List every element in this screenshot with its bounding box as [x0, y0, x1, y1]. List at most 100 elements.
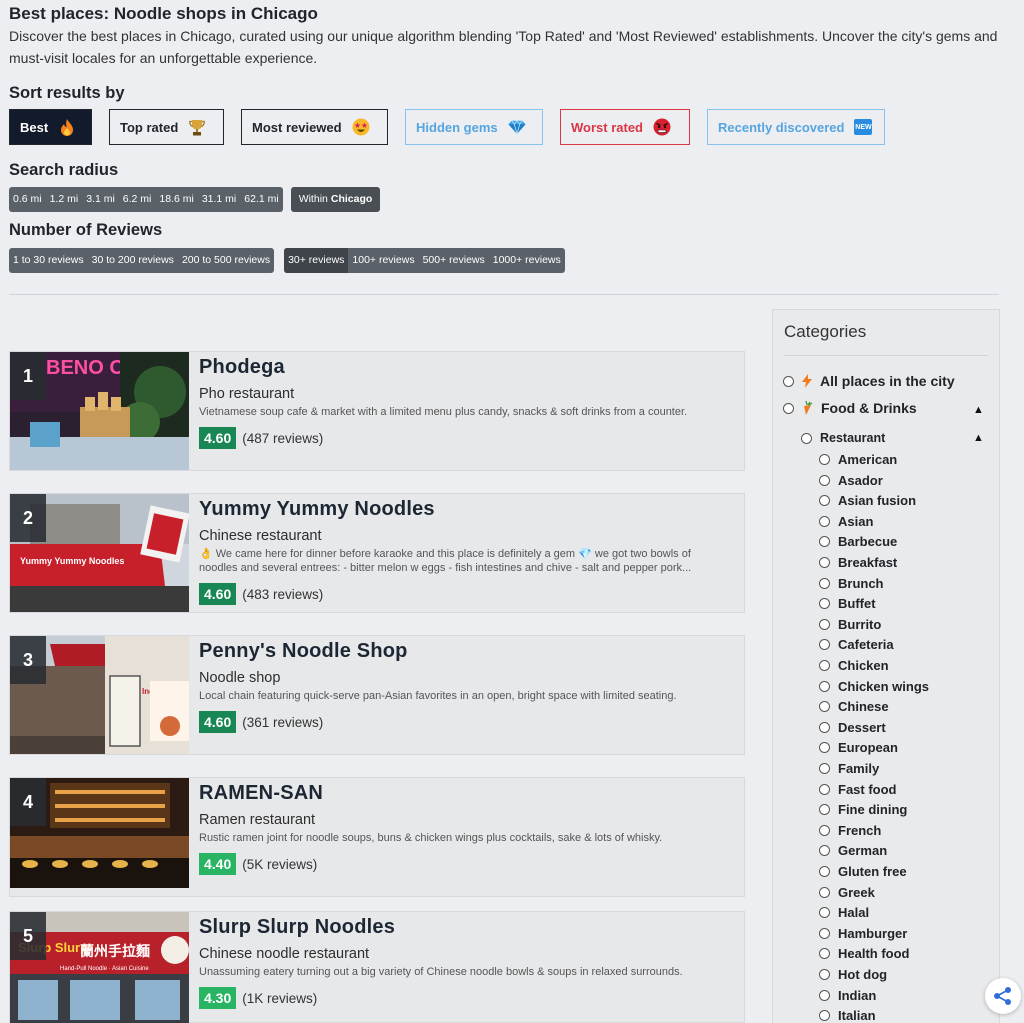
result-photo[interactable]: 4	[10, 778, 189, 896]
radio-button[interactable]	[819, 1010, 830, 1022]
category-food-drinks[interactable]: Food & Drinks	[783, 400, 917, 416]
radio-button[interactable]	[819, 474, 830, 486]
result-card[interactable]: Ine in, er online ick up. 3 Penny's Nood…	[9, 635, 745, 755]
subcategory-item[interactable]: Asian	[819, 514, 873, 529]
subcategory-item[interactable]: Family	[819, 761, 879, 776]
radio-button[interactable]	[819, 701, 830, 713]
subcategory-item[interactable]: Brunch	[819, 576, 884, 591]
result-card[interactable]: BENO OODS 1 Phodega Pho restaurant Vietn…	[9, 351, 745, 471]
radio-button[interactable]	[801, 432, 812, 444]
radius-option[interactable]: 62.1 mi	[240, 187, 282, 212]
radio-button[interactable]	[819, 742, 830, 754]
reviews-option[interactable]: 1000+ reviews	[489, 248, 565, 273]
radio-button[interactable]	[819, 845, 830, 857]
radio-button[interactable]	[783, 375, 794, 387]
subcategory-item[interactable]: Chinese	[819, 699, 889, 714]
radio-button[interactable]	[819, 660, 830, 671]
reviews-option[interactable]: 30 to 200 reviews	[88, 248, 178, 273]
sort-worst-rated-button[interactable]: Worst rated	[560, 109, 690, 145]
result-photo[interactable]: Slurp Slurp 蘭州手拉麵 Hand-Pull Noodle · Asi…	[10, 912, 189, 1023]
reviews-option[interactable]: 500+ reviews	[419, 248, 489, 273]
subcategory-item[interactable]: Italian	[819, 1008, 876, 1023]
radio-button[interactable]	[819, 763, 830, 774]
result-photo[interactable]: Yummy Yummy Noodles 2	[10, 494, 189, 612]
result-name[interactable]: Yummy Yummy Noodles	[199, 498, 435, 521]
category-all-places[interactable]: All places in the city	[783, 373, 955, 389]
subcategory-item[interactable]: Burrito	[819, 617, 881, 632]
result-name[interactable]: Phodega	[199, 356, 285, 379]
caret-up-icon[interactable]: ▲	[973, 432, 984, 444]
result-name[interactable]: RAMEN-SAN	[199, 782, 323, 805]
radio-button[interactable]	[819, 948, 830, 960]
radius-option[interactable]: 3.1 mi	[82, 187, 119, 212]
reviews-option[interactable]: 200 to 500 reviews	[178, 248, 274, 273]
reviews-option[interactable]: 100+ reviews	[348, 248, 418, 273]
reviews-option[interactable]: 1 to 30 reviews	[9, 248, 88, 273]
sort-most-reviewed-button[interactable]: Most reviewed	[241, 109, 388, 145]
radius-option[interactable]: 6.2 mi	[119, 187, 156, 212]
radio-button[interactable]	[819, 866, 830, 877]
radio-button[interactable]	[819, 639, 830, 651]
subcategory-item[interactable]: Asian fusion	[819, 493, 916, 508]
subcategory-item[interactable]: Greek	[819, 885, 875, 900]
radio-button[interactable]	[819, 598, 830, 610]
radius-within-city-button[interactable]: Within Chicago	[290, 187, 381, 212]
subcategory-item[interactable]: Chicken	[819, 658, 889, 673]
result-photo[interactable]: Ine in, er online ick up. 3	[10, 636, 189, 754]
reviews-option-selected[interactable]: 30+ reviews	[284, 248, 349, 273]
result-name[interactable]: Penny's Noodle Shop	[199, 640, 408, 663]
result-card[interactable]: 4 RAMEN-SAN Ramen restaurant Rustic rame…	[9, 777, 745, 897]
radius-option[interactable]: 0.6 mi	[9, 187, 46, 212]
subcategory-item[interactable]: European	[819, 740, 898, 755]
radio-button[interactable]	[819, 577, 830, 589]
radio-button[interactable]	[819, 515, 830, 527]
radio-button[interactable]	[819, 927, 830, 939]
subcategory-item[interactable]: French	[819, 823, 881, 838]
subcategory-item[interactable]: Breakfast	[819, 555, 897, 570]
result-card[interactable]: Slurp Slurp 蘭州手拉麵 Hand-Pull Noodle · Asi…	[9, 911, 745, 1023]
radius-option[interactable]: 18.6 mi	[155, 187, 197, 212]
subcategory-item[interactable]: Halal	[819, 905, 869, 920]
radio-button[interactable]	[819, 783, 830, 795]
subcategory-item[interactable]: American	[819, 452, 897, 467]
subcategory-item[interactable]: Hot dog	[819, 967, 887, 982]
radio-button[interactable]	[819, 886, 830, 898]
sort-hidden-gems-button[interactable]: Hidden gems	[405, 109, 543, 145]
subcategory-item[interactable]: Barbecue	[819, 534, 897, 549]
sort-best-button[interactable]: Best	[9, 109, 92, 145]
subcategory-item[interactable]: Asador	[819, 473, 883, 488]
radio-button[interactable]	[819, 969, 830, 980]
sort-top-rated-button[interactable]: Top rated	[109, 109, 224, 145]
radio-button[interactable]	[819, 680, 830, 692]
radio-button[interactable]	[819, 495, 830, 507]
radio-button[interactable]	[819, 454, 830, 465]
subcategory-item[interactable]: Indian	[819, 988, 876, 1003]
result-photo[interactable]: BENO OODS 1	[10, 352, 189, 470]
subcategory-item[interactable]: Buffet	[819, 596, 876, 611]
radio-button[interactable]	[819, 618, 830, 630]
radio-button[interactable]	[819, 536, 830, 548]
radius-option[interactable]: 31.1 mi	[198, 187, 240, 212]
sort-recently-discovered-button[interactable]: Recently discovered NEW	[707, 109, 885, 145]
subcategory-item[interactable]: German	[819, 843, 887, 858]
radio-button[interactable]	[783, 402, 794, 414]
subcategory-item[interactable]: Fine dining	[819, 802, 907, 817]
result-card[interactable]: Yummy Yummy Noodles 2 Yummy Yummy Noodle…	[9, 493, 745, 613]
radio-button[interactable]	[819, 989, 830, 1001]
subcategory-item[interactable]: Cafeteria	[819, 637, 894, 652]
subcategory-item[interactable]: Gluten free	[819, 864, 907, 879]
subcategory-item[interactable]: Chicken wings	[819, 679, 929, 694]
radio-button[interactable]	[819, 721, 830, 733]
subcategory-item[interactable]: Hamburger	[819, 926, 907, 941]
caret-up-icon[interactable]: ▲	[973, 404, 984, 416]
subcategory-item[interactable]: Dessert	[819, 720, 886, 735]
subcategory-item[interactable]: Health food	[819, 946, 910, 961]
category-restaurant[interactable]: Restaurant	[801, 431, 885, 445]
radius-option[interactable]: 1.2 mi	[46, 187, 83, 212]
subcategory-item[interactable]: Fast food	[819, 782, 897, 797]
radio-button[interactable]	[819, 557, 830, 568]
share-button[interactable]	[985, 978, 1021, 1014]
radio-button[interactable]	[819, 804, 830, 816]
radio-button[interactable]	[819, 907, 830, 919]
radio-button[interactable]	[819, 824, 830, 836]
